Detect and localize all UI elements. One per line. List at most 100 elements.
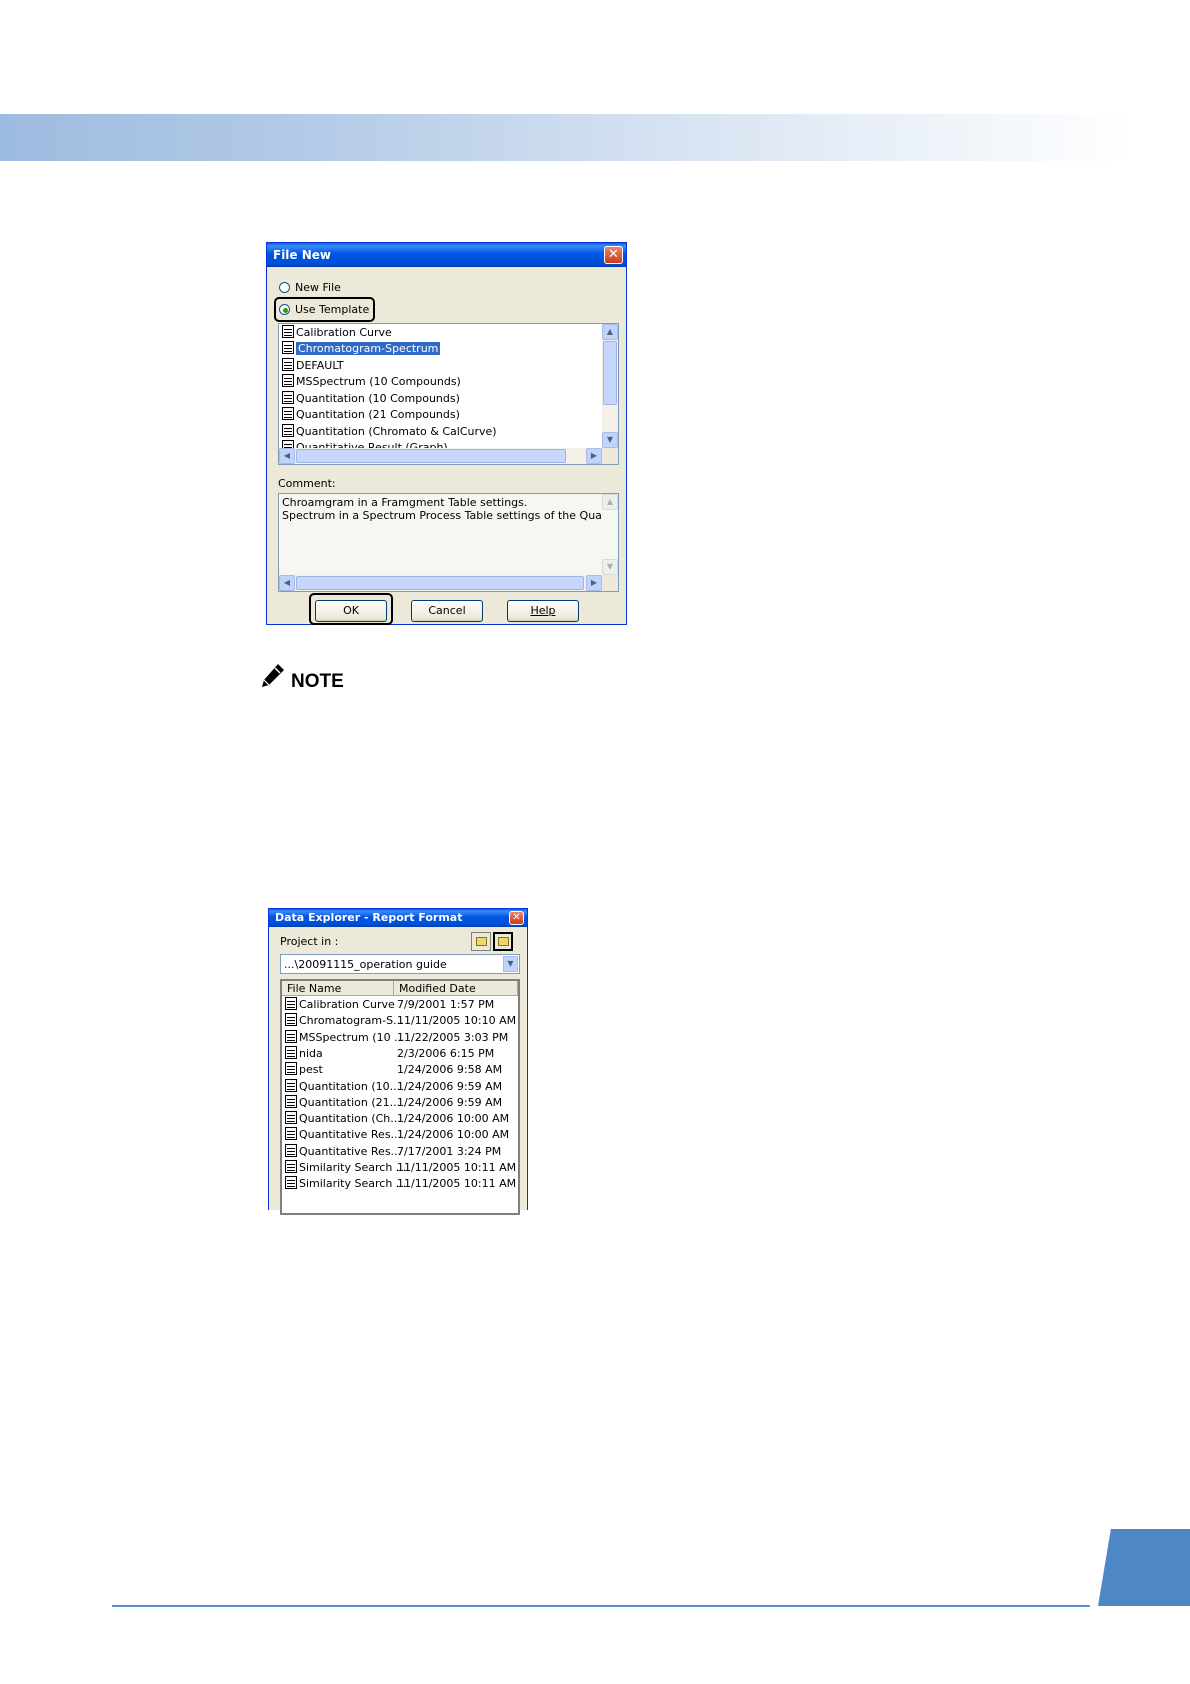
file-table[interactable]: File Name Modified Date Calibration Curv… xyxy=(280,979,520,1215)
new-folder-button[interactable] xyxy=(493,932,513,951)
table-row[interactable]: Calibration Curve 7/9/2001 1:57 PM xyxy=(285,997,494,1013)
scroll-left-icon[interactable]: ◀ xyxy=(279,575,295,591)
list-item[interactable]: Calibration Curve xyxy=(282,325,392,340)
scroll-down-icon[interactable]: ▼ xyxy=(602,432,618,448)
document-icon xyxy=(285,1045,297,1059)
template-listbox[interactable]: Calibration Curve Chromatogram-Spectrum … xyxy=(278,323,619,465)
scroll-thumb[interactable] xyxy=(603,341,617,405)
highlight-ok-button xyxy=(309,593,393,625)
document-icon xyxy=(285,1176,297,1190)
file-name-cell: Similarity Search ... xyxy=(299,1161,407,1174)
list-item[interactable]: Quantitation (21 Compounds) xyxy=(282,407,460,422)
comment-label: Comment: xyxy=(278,477,336,490)
scroll-thumb[interactable] xyxy=(296,576,584,590)
table-row[interactable]: Quantitation (21... 1/24/2006 9:59 AM xyxy=(285,1094,502,1111)
table-row[interactable]: Quantitation (Ch... 1/24/2006 10:00 AM xyxy=(285,1111,509,1127)
comment-line: Spectrum in a Spectrum Process Table set… xyxy=(282,509,618,522)
file-name-cell: Calibration Curve xyxy=(299,998,395,1011)
file-name-cell: Quantitation (Ch... xyxy=(299,1112,401,1126)
modified-date-cell: 11/22/2005 3:03 PM xyxy=(397,1030,509,1044)
file-name-cell: Similarity Search ... xyxy=(299,1177,407,1191)
pencil-icon xyxy=(262,664,284,687)
folder-icon xyxy=(476,937,487,946)
comment-vertical-scrollbar[interactable]: ▲ ▼ xyxy=(602,494,618,575)
table-row[interactable]: Similarity Search ... 11/11/2005 10:11 AM xyxy=(285,1176,516,1192)
list-item-selected[interactable]: Chromatogram-Spectrum xyxy=(282,341,441,356)
document-icon xyxy=(285,1078,297,1092)
modified-date-cell: 1/24/2006 9:59 AM xyxy=(397,1095,503,1109)
note-label: NOTE xyxy=(291,671,344,692)
modified-date-cell: 1/24/2006 10:00 AM xyxy=(397,1112,510,1126)
document-icon xyxy=(285,1127,297,1141)
folder-icon xyxy=(498,937,509,946)
document-icon xyxy=(282,407,294,420)
column-header-file-name[interactable]: File Name xyxy=(282,981,394,996)
list-item[interactable]: Quantitation (Chromato & CalCurve) xyxy=(282,424,497,439)
list-item[interactable]: Quantitation (10 Compounds) xyxy=(282,391,460,406)
table-row[interactable]: Quantitative Res... 1/24/2006 10:00 AM xyxy=(285,1127,509,1143)
data-explorer-window: Data Explorer - Report Format ✕ Project … xyxy=(268,908,528,1215)
modified-date-cell: 11/11/2005 10:11 AM xyxy=(397,1177,517,1191)
modified-date-cell: 2/3/2006 6:15 PM xyxy=(397,1046,495,1060)
document-icon xyxy=(282,358,294,371)
scroll-corner xyxy=(602,575,618,591)
cancel-button[interactable]: Cancel xyxy=(411,600,483,622)
table-row[interactable]: Chromatogram-S... 11/11/2005 10:10 AM xyxy=(285,1013,516,1029)
close-icon[interactable]: ✕ xyxy=(604,246,623,264)
page-header-band xyxy=(0,114,1132,161)
document-icon xyxy=(285,1160,297,1173)
file-new-titlebar[interactable]: File New ✕ xyxy=(267,243,626,267)
help-button[interactable]: Help xyxy=(507,600,579,622)
document-icon xyxy=(285,1029,297,1043)
document-icon xyxy=(282,325,294,338)
file-name-cell: nida xyxy=(299,1046,323,1060)
project-path-combo[interactable]: ...\20091115_operation guide ▼ xyxy=(280,954,520,974)
document-icon xyxy=(282,374,294,387)
scroll-right-icon[interactable]: ▶ xyxy=(586,575,602,591)
column-header-modified-date[interactable]: Modified Date xyxy=(394,981,518,996)
document-icon xyxy=(285,1062,297,1076)
table-row[interactable]: Quantitative Res... 7/17/2001 3:24 PM xyxy=(285,1143,501,1160)
scroll-down-icon[interactable]: ▼ xyxy=(602,559,618,575)
template-vertical-scrollbar[interactable]: ▲ ▼ xyxy=(602,324,618,448)
modified-date-cell: 11/11/2005 10:11 AM xyxy=(397,1161,517,1174)
file-name-cell: Quantitative Res... xyxy=(299,1144,402,1158)
scroll-left-icon[interactable]: ◀ xyxy=(279,448,295,464)
table-row[interactable]: nida 2/3/2006 6:15 PM xyxy=(285,1045,494,1062)
template-horizontal-scrollbar[interactable]: ◀ ▶ xyxy=(279,448,602,464)
file-name-cell: Quantitative Res... xyxy=(299,1128,402,1142)
modified-date-cell: 7/17/2001 3:24 PM xyxy=(397,1144,502,1158)
radio-new-file-circle[interactable] xyxy=(279,282,290,293)
comment-text: Chroamgram in a Framgment Table settings… xyxy=(282,496,618,522)
list-item[interactable]: DEFAULT xyxy=(282,358,344,373)
table-row[interactable]: Quantitation (10... 1/24/2006 9:59 AM xyxy=(285,1078,502,1095)
file-name-cell: Quantitation (10... xyxy=(299,1079,401,1093)
radio-new-file-label: New File xyxy=(295,281,341,294)
comment-horizontal-scrollbar[interactable]: ◀ ▶ xyxy=(279,575,602,591)
file-name-cell: Chromatogram-S... xyxy=(299,1014,404,1028)
scroll-up-icon[interactable]: ▲ xyxy=(602,324,618,340)
modified-date-cell: 1/24/2006 9:58 AM xyxy=(397,1063,503,1077)
document-icon xyxy=(285,1111,297,1125)
modified-date-cell: 1/24/2006 9:59 AM xyxy=(397,1079,503,1093)
list-item[interactable]: MSSpectrum (10 Compounds) xyxy=(282,374,461,389)
chevron-down-icon[interactable]: ▼ xyxy=(503,956,518,972)
table-row[interactable]: pest 1/24/2006 9:58 AM xyxy=(285,1062,502,1078)
project-path-value: ...\20091115_operation guide xyxy=(284,958,447,971)
file-name-cell: MSSpectrum (10 ... xyxy=(299,1030,405,1044)
table-row[interactable]: MSSpectrum (10 ... 11/22/2005 3:03 PM xyxy=(285,1029,508,1046)
comment-box[interactable]: Chroamgram in a Framgment Table settings… xyxy=(278,493,619,592)
footer-rule xyxy=(112,1605,1090,1607)
close-icon[interactable]: ✕ xyxy=(509,911,524,925)
scroll-up-icon[interactable]: ▲ xyxy=(602,494,618,510)
table-row[interactable]: Similarity Search ... 11/11/2005 10:11 AM xyxy=(285,1160,516,1176)
highlight-use-template xyxy=(274,297,375,322)
document-icon xyxy=(285,1094,297,1108)
document-icon xyxy=(282,424,294,437)
modified-date-cell: 11/11/2005 10:10 AM xyxy=(397,1014,517,1028)
data-explorer-titlebar[interactable]: Data Explorer - Report Format ✕ xyxy=(269,909,527,927)
scroll-right-icon[interactable]: ▶ xyxy=(586,448,602,464)
open-folder-button[interactable] xyxy=(471,932,491,951)
file-new-title: File New xyxy=(273,248,332,262)
scroll-thumb[interactable] xyxy=(296,449,566,463)
